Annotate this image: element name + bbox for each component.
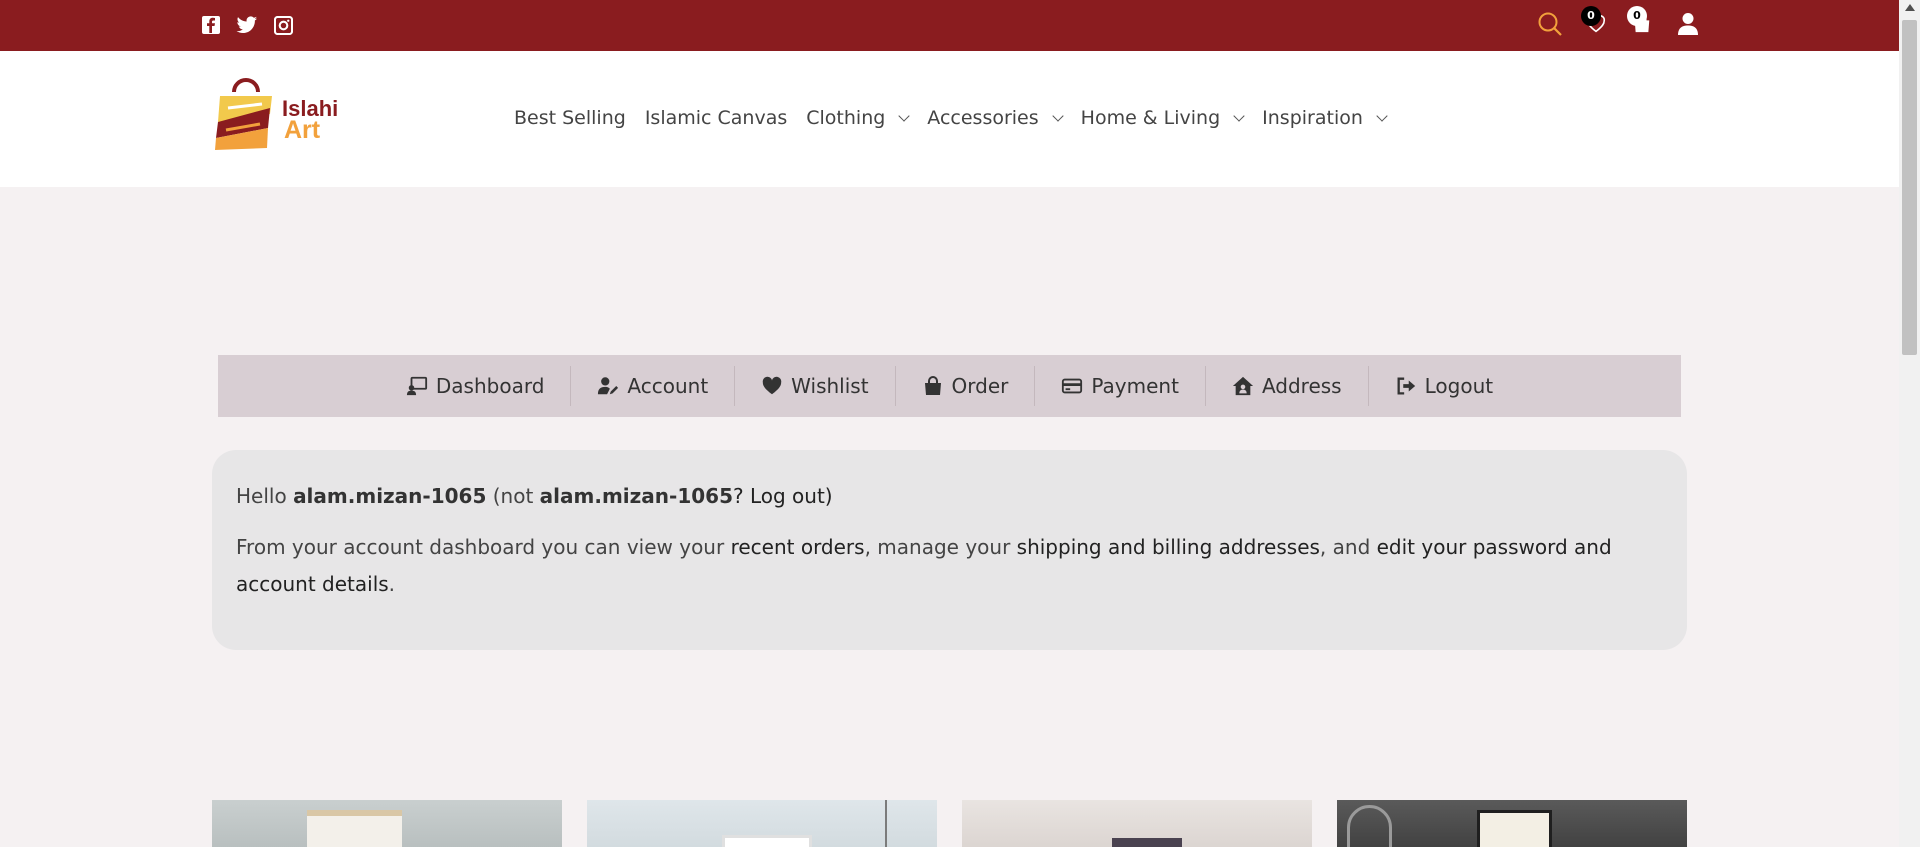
logo-bag-icon [215,78,272,150]
product-image[interactable] [1337,800,1687,847]
dashboard-intro: From your account dashboard you can view… [236,529,1663,603]
canvas-frame [1477,810,1552,847]
dashboard-icon [406,376,427,396]
nav-item-islamic-canvas[interactable]: Islamic Canvas [645,107,787,129]
user-edit-icon [598,377,619,395]
canvas-frame [1112,838,1182,847]
account-nav: Dashboard Account Wishlist Order Payment… [218,355,1681,417]
tab-account[interactable]: Account [571,366,736,406]
bag-icon [924,376,941,395]
chevron-down-icon [1233,109,1245,122]
twitter-icon[interactable] [236,14,258,36]
product-grid [212,800,1687,847]
tab-wishlist[interactable]: Wishlist [735,366,896,406]
tab-label: Order [951,374,1009,398]
site-logo[interactable]: Islahi Art [212,78,342,154]
tab-label: Payment [1091,374,1179,398]
wishlist-button[interactable]: 0 [1581,6,1609,38]
nav-item-home-living[interactable]: Home & Living [1080,107,1245,129]
logout-link[interactable]: ? Log out) [733,484,833,508]
username: alam.mizan-1065 [293,484,487,508]
nav-label: Clothing [806,107,886,129]
tab-label: Wishlist [791,374,869,398]
product-image[interactable] [962,800,1312,847]
recent-orders-link[interactable]: recent orders [731,535,865,559]
credit-card-icon [1062,378,1083,394]
tab-logout[interactable]: Logout [1369,366,1519,406]
manage-text: , manage your [864,535,1011,559]
nav-label: Best Selling [514,107,626,129]
nav-item-clothing[interactable]: Clothing [806,107,910,129]
tab-address[interactable]: Address [1206,366,1369,406]
dashboard-content: Hello alam.mizan-1065 (not alam.mizan-10… [212,450,1687,650]
lamp-cord [885,800,887,847]
intro-text: From your account dashboard you can view… [236,535,725,559]
tab-payment[interactable]: Payment [1035,366,1206,406]
cart-count-badge: 0 [1627,6,1647,26]
site-header: Islahi Art Best Selling Islamic Canvas C… [0,51,1899,187]
product-image[interactable] [587,800,937,847]
facebook-icon[interactable] [200,14,222,36]
tab-label: Account [627,374,709,398]
nav-item-best-selling[interactable]: Best Selling [514,107,626,129]
chevron-down-icon [1051,109,1064,122]
tab-label: Logout [1424,374,1494,398]
nav-label: Accessories [927,107,1039,129]
product-image[interactable] [212,800,562,847]
window-arch [1347,805,1392,847]
tab-dashboard[interactable]: Dashboard [380,366,572,406]
main-nav: Best Selling Islamic Canvas Clothing Acc… [514,107,1405,129]
chevron-down-icon [1376,109,1388,122]
nav-label: Home & Living [1080,107,1221,129]
canvas-frame [307,810,402,847]
search-icon[interactable] [1537,10,1563,38]
addresses-link[interactable]: shipping and billing addresses [1017,535,1320,559]
greeting: Hello alam.mizan-1065 (not alam.mizan-10… [236,478,1663,515]
period: . [388,572,396,596]
user-icon[interactable] [1675,10,1701,38]
heart-icon [762,376,782,395]
nav-item-accessories[interactable]: Accessories [927,107,1064,129]
scrollbar-thumb[interactable] [1902,20,1917,355]
nav-item-inspiration[interactable]: Inspiration [1262,107,1388,129]
social-links [200,14,294,36]
top-bar: 0 0 [0,0,1899,51]
logout-icon [1397,377,1415,395]
scroll-up-arrow-icon[interactable] [1905,4,1915,11]
and-text: , and [1319,535,1371,559]
hello-text: Hello [236,484,287,508]
instagram-icon[interactable] [272,14,294,36]
tab-label: Dashboard [435,374,545,398]
tab-label: Address [1261,374,1342,398]
tab-order[interactable]: Order [896,366,1036,406]
nav-label: Islamic Canvas [644,107,788,129]
logo-text-line2: Art [284,116,321,144]
nav-label: Inspiration [1262,107,1363,129]
home-icon [1232,376,1254,396]
page-scrollbar[interactable] [1899,0,1920,847]
wishlist-count-badge: 0 [1581,6,1601,26]
not-text: (not [492,484,534,508]
username-repeat: alam.mizan-1065 [539,484,733,508]
canvas-frame [722,835,812,847]
top-icons: 0 0 [1537,6,1701,38]
chevron-down-icon [898,109,910,122]
cart-button[interactable]: 0 [1627,6,1655,38]
